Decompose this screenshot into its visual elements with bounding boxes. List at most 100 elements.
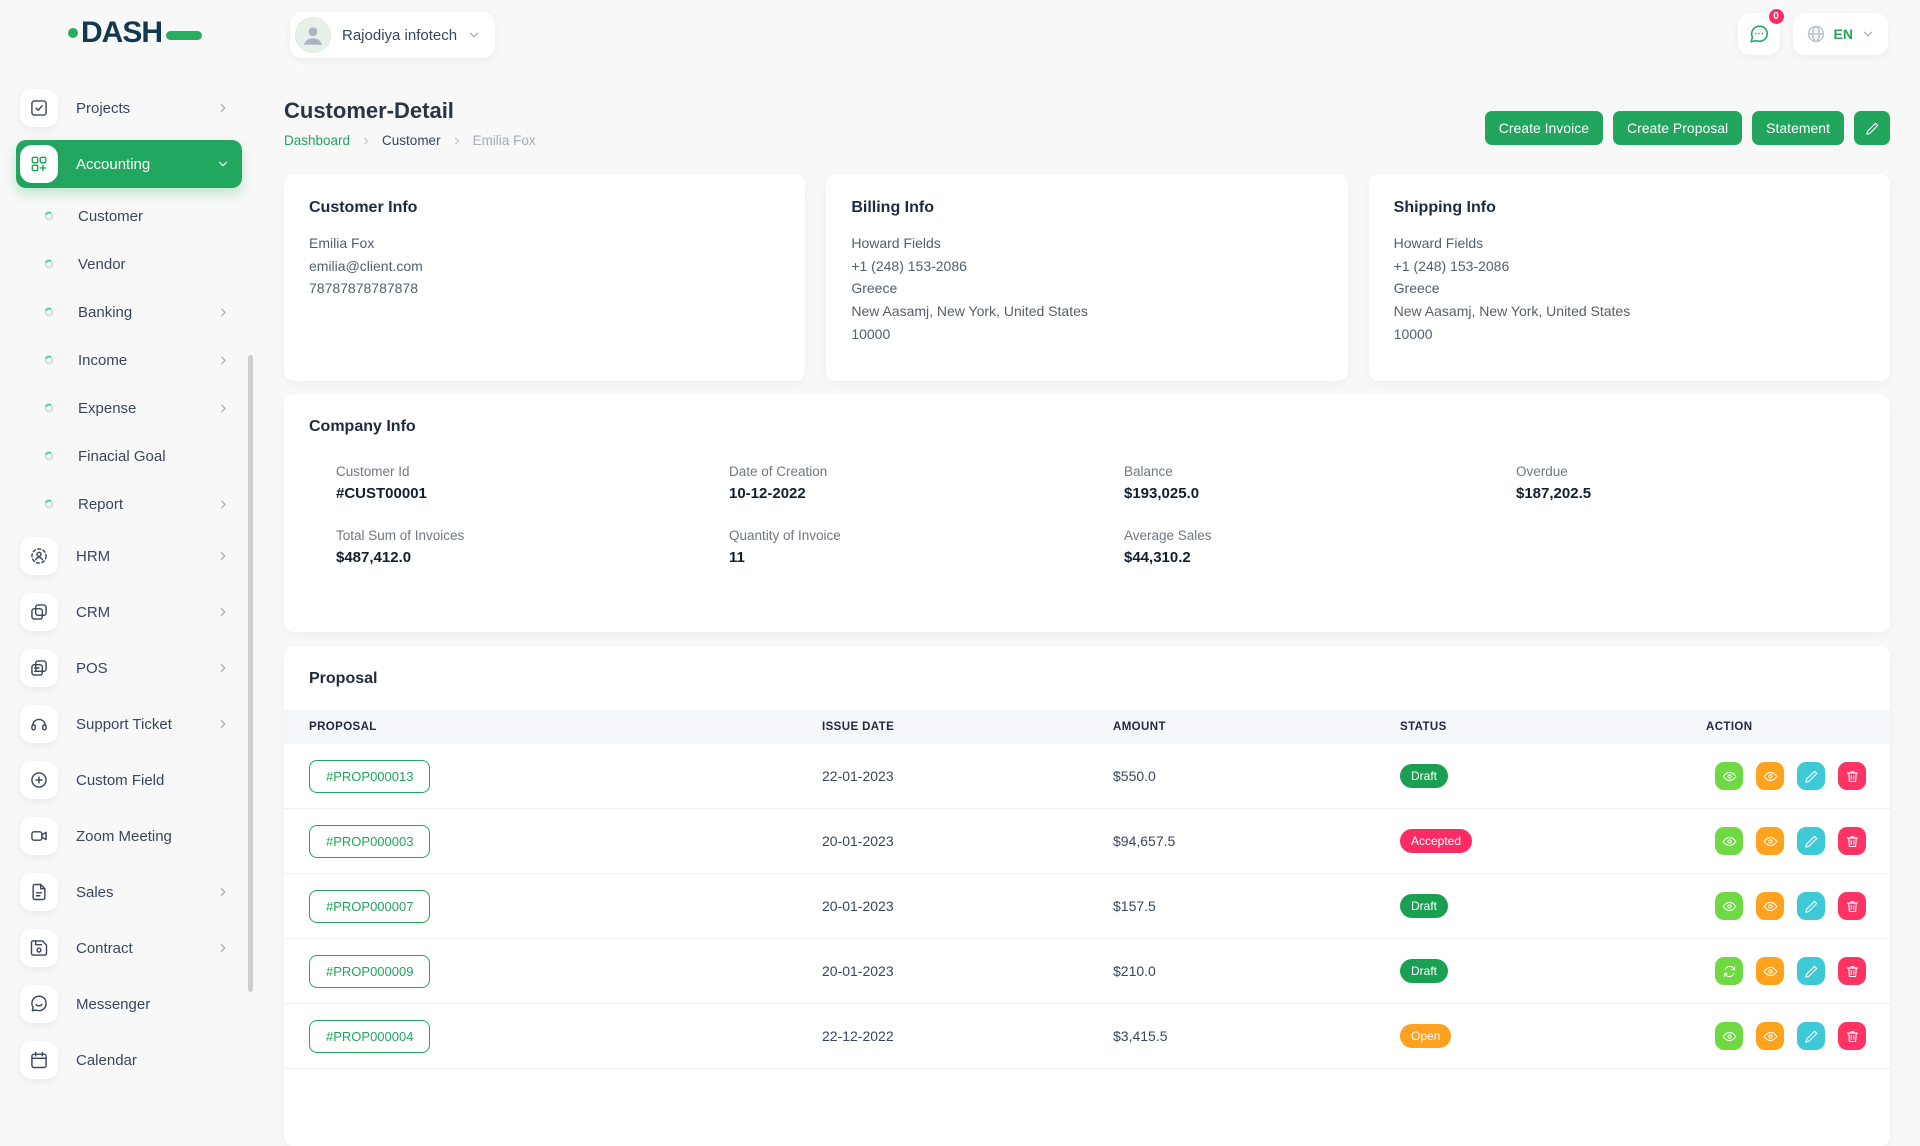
messages-button[interactable]: 0 [1738, 13, 1780, 55]
sidebar-item-calendar[interactable]: Calendar [16, 1036, 242, 1084]
amount-cell: $210.0 [1113, 963, 1400, 979]
sidebar-item-messenger[interactable]: Messenger [16, 980, 242, 1028]
preview-action-button[interactable] [1756, 762, 1784, 790]
floppy-icon [20, 929, 58, 967]
chevron-right-icon [451, 135, 463, 147]
chat-icon [1748, 23, 1770, 45]
table-row: #PROP000013 22-01-2023 $550.0 Draft [284, 744, 1890, 809]
sidebar-item-expense[interactable]: Expense [16, 388, 242, 428]
field-balance: Balance $193,025.0 [1124, 464, 1516, 502]
edit-action-button[interactable] [1797, 1022, 1825, 1050]
sidebar-item-hrm[interactable]: HRM [16, 532, 242, 580]
chevron-down-icon [467, 28, 481, 42]
billing-zip: 10000 [851, 323, 1322, 346]
delete-action-button[interactable] [1838, 762, 1866, 790]
sidebar-item-projects[interactable]: Projects [16, 84, 242, 132]
col-proposal: PROPOSAL [309, 721, 822, 733]
eye-icon [1763, 834, 1778, 849]
proposal-id-button[interactable]: #PROP000009 [309, 955, 430, 988]
sidebar-item-sales[interactable]: Sales [16, 868, 242, 916]
breadcrumb-current: Emilia Fox [473, 133, 536, 148]
table-row: #PROP000009 20-01-2023 $210.0 Draft [284, 939, 1890, 1004]
sidebar-item-banking[interactable]: Banking [16, 292, 242, 332]
company-info-card: Company Info Customer Id #CUST00001 Date… [284, 394, 1890, 632]
shipping-info-title: Shipping Info [1394, 199, 1865, 217]
sidebar-item-vendor[interactable]: Vendor [16, 244, 242, 284]
sidebar-item-accounting[interactable]: Accounting [16, 140, 242, 188]
sidebar-item-custom-field[interactable]: Custom Field [16, 756, 242, 804]
edit-action-button[interactable] [1797, 957, 1825, 985]
sidebar-scrollbar[interactable] [248, 355, 253, 992]
avatar [295, 17, 331, 53]
billing-info-title: Billing Info [851, 199, 1322, 217]
bullet-icon [44, 211, 54, 221]
delete-action-button[interactable] [1838, 827, 1866, 855]
page-head: Customer-Detail Dashboard Customer Emili… [284, 70, 1890, 166]
notification-badge: 0 [1767, 7, 1786, 26]
table-row: #PROP000004 22-12-2022 $3,415.5 Open [284, 1004, 1890, 1069]
language-selector[interactable]: EN [1793, 13, 1888, 55]
status-badge: Accepted [1400, 829, 1472, 853]
logo-dash-icon [166, 31, 202, 40]
sidebar-item-pos[interactable]: POS [16, 644, 242, 692]
col-issue-date: ISSUE DATE [822, 721, 1113, 733]
convert-action-button[interactable] [1715, 957, 1743, 985]
edit-customer-button[interactable] [1854, 111, 1890, 145]
overlap-squares-icon [20, 593, 58, 631]
delete-action-button[interactable] [1838, 1022, 1866, 1050]
view-action-button[interactable] [1715, 827, 1743, 855]
pencil-icon [1804, 1029, 1819, 1044]
company-name: Rajodiya infotech [342, 27, 457, 44]
proposal-id-button[interactable]: #PROP000007 [309, 890, 430, 923]
create-proposal-button[interactable]: Create Proposal [1613, 111, 1742, 145]
check-square-icon [20, 89, 58, 127]
view-action-button[interactable] [1715, 892, 1743, 920]
sidebar-item-customer[interactable]: Customer [16, 196, 242, 236]
preview-action-button[interactable] [1756, 827, 1784, 855]
dash-logo[interactable]: DASH [68, 16, 202, 50]
chevron-right-icon [360, 135, 372, 147]
customer-phone: 78787878787878 [309, 277, 780, 300]
statement-button[interactable]: Statement [1752, 111, 1844, 145]
field-average-sales: Average Sales $44,310.2 [1124, 528, 1516, 566]
sidebar-item-report[interactable]: Report [16, 484, 242, 524]
chat-bubble-icon [20, 985, 58, 1023]
edit-action-button[interactable] [1797, 762, 1825, 790]
edit-action-button[interactable] [1797, 892, 1825, 920]
video-camera-icon [20, 817, 58, 855]
eye-icon [1722, 899, 1737, 914]
delete-action-button[interactable] [1838, 957, 1866, 985]
view-action-button[interactable] [1715, 762, 1743, 790]
create-invoice-button[interactable]: Create Invoice [1485, 111, 1603, 145]
trash-icon [1845, 1029, 1860, 1044]
proposal-id-button[interactable]: #PROP000004 [309, 1020, 430, 1053]
breadcrumb-customer[interactable]: Customer [382, 133, 441, 148]
preview-action-button[interactable] [1756, 892, 1784, 920]
sidebar-item-contract[interactable]: Contract [16, 924, 242, 972]
eye-icon [1763, 1029, 1778, 1044]
breadcrumb-dashboard[interactable]: Dashboard [284, 133, 350, 148]
chevron-right-icon [216, 717, 230, 731]
refresh-arrows-icon [1722, 964, 1737, 979]
sidebar-item-finacial-goal[interactable]: Finacial Goal [16, 436, 242, 476]
sidebar-item-crm[interactable]: CRM [16, 588, 242, 636]
proposal-id-button[interactable]: #PROP000013 [309, 760, 430, 793]
preview-action-button[interactable] [1756, 1022, 1784, 1050]
main-content: Customer-Detail Dashboard Customer Emili… [284, 70, 1890, 1080]
pencil-icon [1865, 121, 1880, 136]
sidebar-item-zoom-meeting[interactable]: Zoom Meeting [16, 812, 242, 860]
headphones-icon [20, 705, 58, 743]
edit-action-button[interactable] [1797, 827, 1825, 855]
preview-action-button[interactable] [1756, 957, 1784, 985]
sidebar-item-support-ticket[interactable]: Support Ticket [16, 700, 242, 748]
eye-icon [1763, 899, 1778, 914]
company-switcher[interactable]: Rajodiya infotech [290, 12, 495, 58]
status-badge: Draft [1400, 764, 1448, 788]
grid-plus-icon [20, 145, 58, 183]
view-action-button[interactable] [1715, 1022, 1743, 1050]
col-action: ACTION [1706, 721, 1890, 733]
globe-icon [1806, 24, 1826, 44]
delete-action-button[interactable] [1838, 892, 1866, 920]
sidebar-item-income[interactable]: Income [16, 340, 242, 380]
proposal-id-button[interactable]: #PROP000003 [309, 825, 430, 858]
